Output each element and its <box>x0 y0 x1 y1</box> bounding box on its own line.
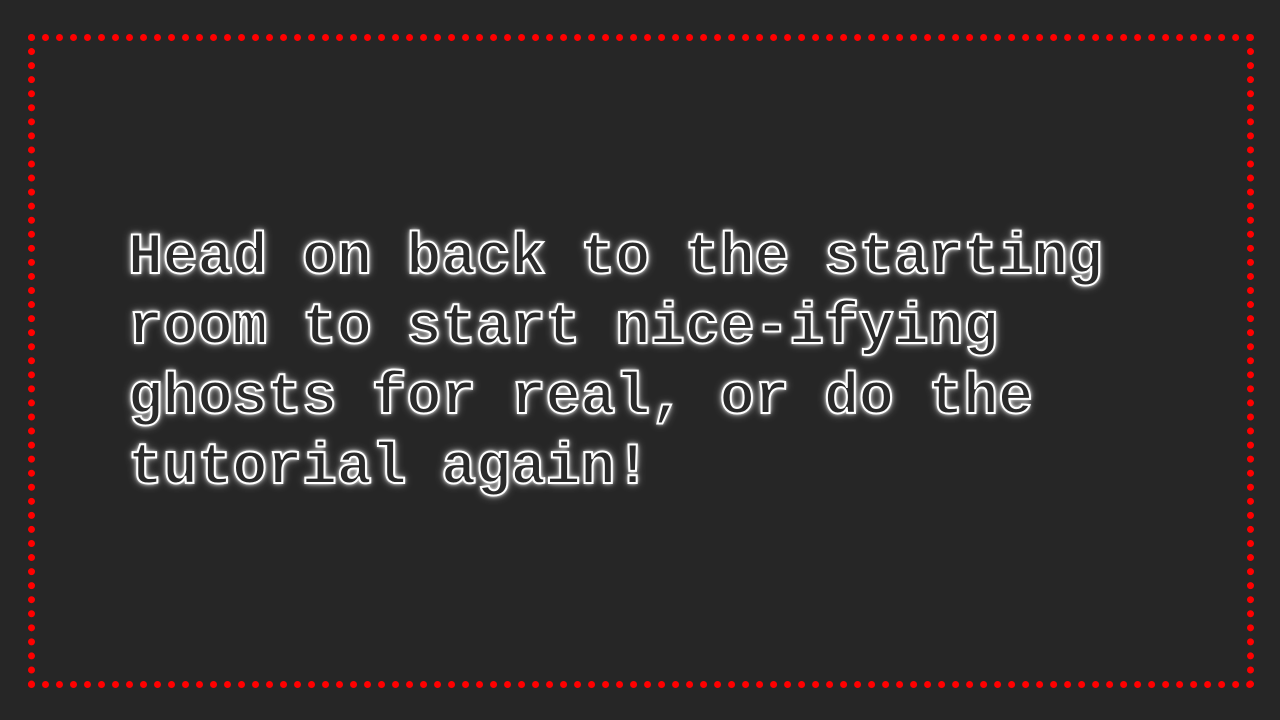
dialog-message: Head on back to the starting room to sta… <box>127 224 1188 504</box>
dialog-line-3: ghosts for real, or do the <box>127 365 1034 432</box>
dialog-line-2: room to start nice-ifying <box>127 295 999 362</box>
dialog-line-1: Head on back to the starting <box>127 225 1104 292</box>
dialog-line-4: tutorial again! <box>127 435 651 502</box>
